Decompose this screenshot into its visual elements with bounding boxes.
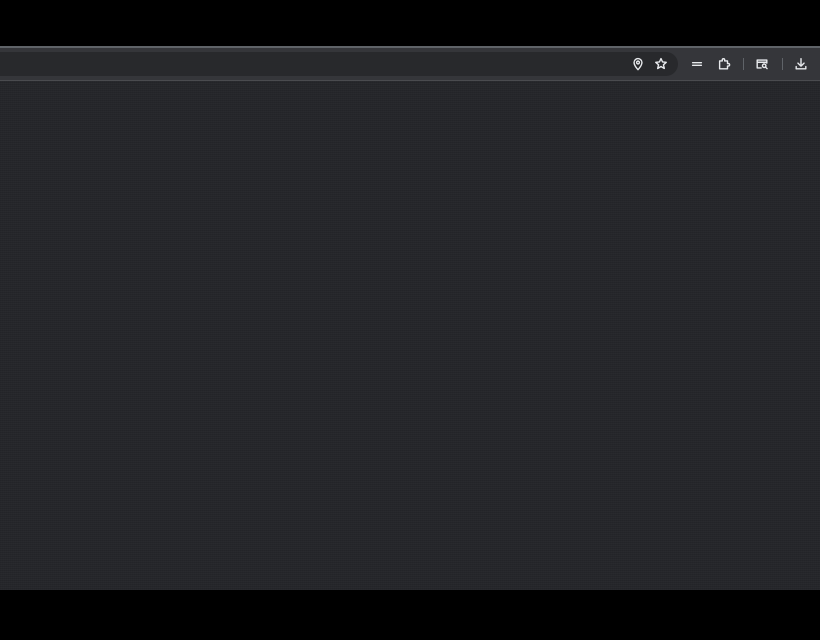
toolbar-divider [743, 58, 744, 70]
bookmark-star-icon[interactable] [653, 56, 669, 72]
page-content-area[interactable] [0, 81, 820, 590]
address-bar[interactable] [0, 52, 678, 76]
side-panel-icon[interactable] [754, 56, 770, 72]
extensions-icon[interactable] [716, 56, 732, 72]
toolbar-divider [782, 58, 783, 70]
browser-window [0, 46, 820, 590]
letterbox-top [0, 0, 820, 46]
download-icon[interactable] [793, 56, 809, 72]
browser-toolbar [0, 48, 820, 81]
tab-search-icon[interactable] [689, 56, 705, 72]
location-pin-icon[interactable] [630, 56, 646, 72]
letterbox-bottom [0, 590, 820, 640]
